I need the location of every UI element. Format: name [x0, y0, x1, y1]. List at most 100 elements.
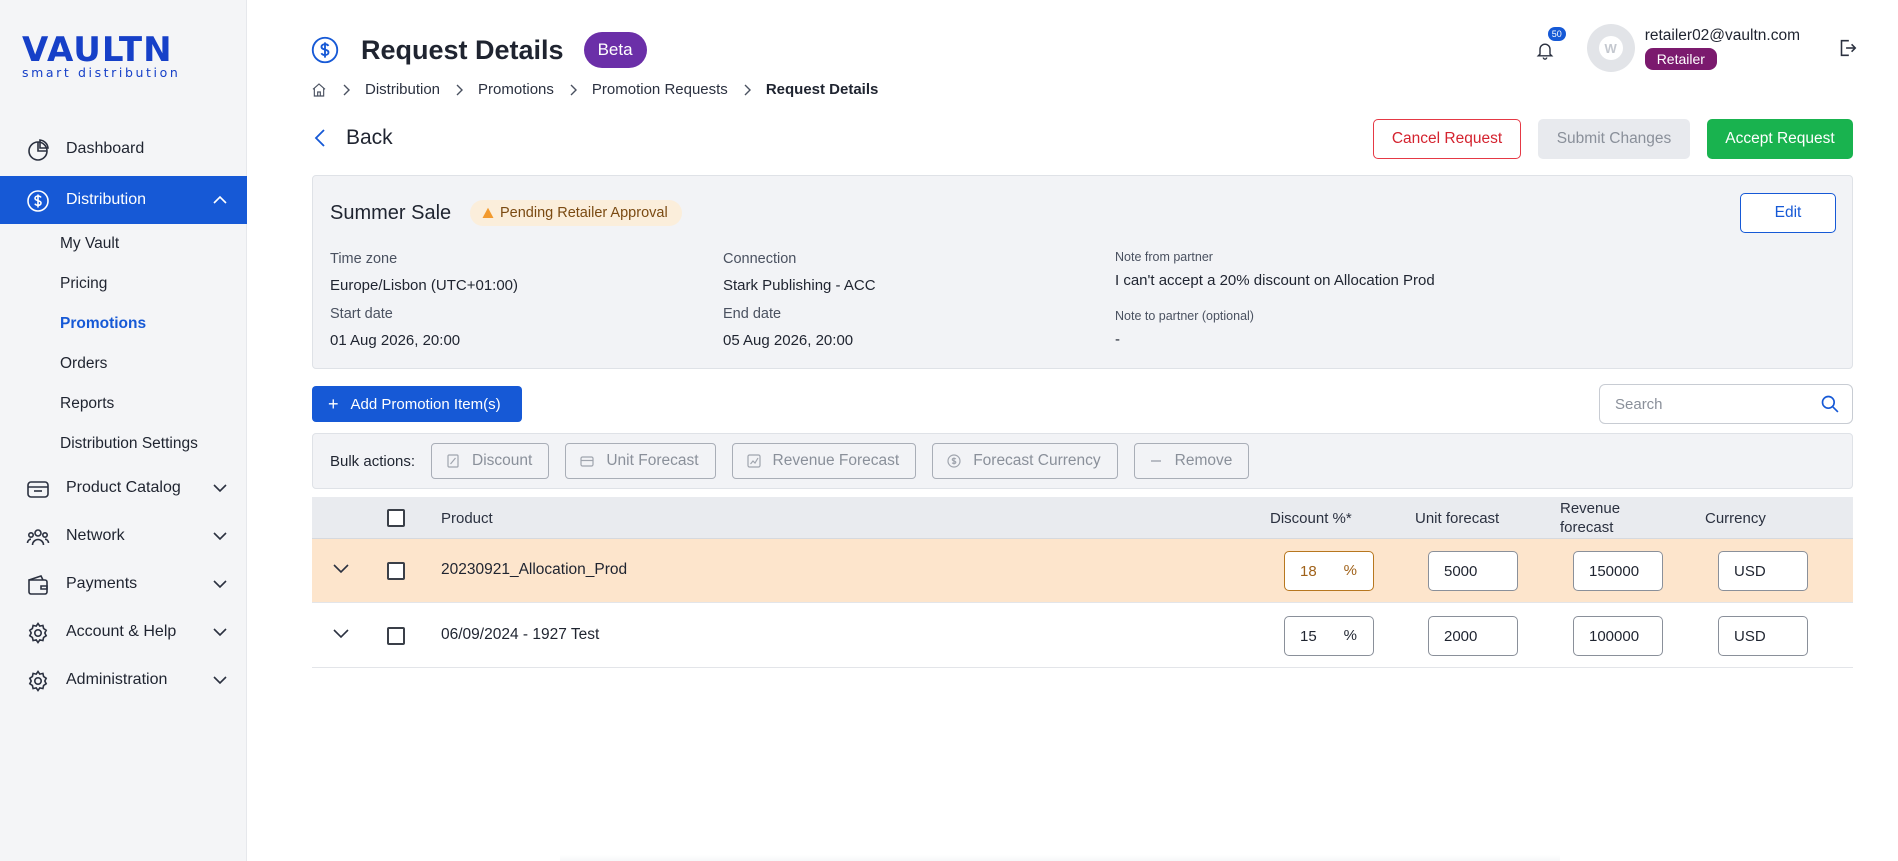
sidebar-item-payments[interactable]: Payments — [0, 560, 247, 608]
logout-icon[interactable] — [1836, 37, 1858, 59]
sidebar-item-network[interactable]: Network — [0, 512, 247, 560]
edit-button[interactable]: Edit — [1740, 193, 1836, 233]
row-checkbox[interactable] — [387, 627, 405, 645]
sidebar-item-label: Dashboard — [66, 140, 145, 157]
table-row[interactable]: 20230921_Allocation_Prod 18 % 5000 15000… — [312, 539, 1853, 603]
bulk-unit-forecast-button[interactable]: Unit Forecast — [565, 443, 716, 479]
chevron-down-icon — [213, 532, 227, 541]
sidebar-subitem-my-vault[interactable]: My Vault — [0, 224, 247, 264]
breadcrumb-distribution[interactable]: Distribution — [365, 81, 440, 98]
gear-icon — [28, 670, 48, 692]
sidebar-subitem-orders[interactable]: Orders — [0, 344, 247, 384]
percent-symbol: % — [1343, 627, 1357, 644]
home-icon[interactable] — [311, 82, 327, 98]
back-button[interactable]: Back — [314, 126, 393, 150]
search-box — [1599, 384, 1853, 424]
sidebar-subitem-reports[interactable]: Reports — [0, 384, 247, 424]
sidebar-subitem-distribution-settings[interactable]: Distribution Settings — [0, 424, 247, 464]
page-header: Request Details Beta — [311, 32, 647, 68]
search-input[interactable] — [1600, 385, 1800, 423]
breadcrumb: Distribution Promotions Promotion Reques… — [311, 81, 878, 98]
sidebar-subitem-promotions[interactable]: Promotions — [0, 304, 247, 344]
discount-input[interactable]: 18 % — [1284, 551, 1374, 591]
sidebar-item-administration[interactable]: Administration — [0, 656, 247, 704]
note-to-partner-label: Note to partner (optional) — [1115, 309, 1254, 323]
unit-forecast-input[interactable]: 2000 — [1428, 616, 1518, 656]
sidebar-item-dashboard[interactable]: Dashboard — [0, 125, 247, 173]
add-promotion-items-button[interactable]: + Add Promotion Item(s) — [312, 386, 522, 422]
bell-icon — [1536, 43, 1554, 60]
chevron-down-icon[interactable] — [332, 563, 350, 575]
bulk-unit-forecast-label: Unit Forecast — [606, 452, 699, 469]
sidebar-item-product-catalog[interactable]: Product Catalog — [0, 464, 247, 512]
unit-forecast-input[interactable]: 5000 — [1428, 551, 1518, 591]
bulk-forecast-currency-button[interactable]: Forecast Currency — [932, 443, 1118, 479]
currency-value: USD — [1734, 562, 1766, 580]
bulk-revenue-forecast-label: Revenue Forecast — [772, 452, 900, 469]
breadcrumb-request-details: Request Details — [765, 81, 879, 98]
percent-symbol: % — [1343, 562, 1357, 579]
status-text: Pending Retailer Approval — [500, 205, 668, 221]
unit-forecast-value: 2000 — [1444, 627, 1478, 645]
chevron-down-icon[interactable] — [332, 628, 350, 640]
currency-input[interactable]: USD — [1718, 616, 1808, 656]
bulk-discount-button[interactable]: Discount — [431, 443, 550, 479]
gear-icon — [28, 622, 48, 644]
logo-tagline: smart distribution — [22, 65, 181, 80]
revenue-forecast-input[interactable]: 100000 — [1573, 616, 1663, 656]
timezone-label: Time zone — [330, 251, 398, 267]
promotion-summary-card: Summer Sale Pending Retailer Approval Ed… — [312, 175, 1853, 369]
currency-input[interactable]: USD — [1718, 551, 1808, 591]
discount-value: 18 — [1300, 562, 1317, 580]
chevron-up-icon — [213, 195, 227, 204]
chevron-right-icon — [744, 84, 751, 95]
accept-request-button[interactable]: Accept Request — [1707, 119, 1853, 159]
avatar[interactable]: W — [1586, 24, 1635, 72]
column-product: Product — [441, 510, 493, 527]
table-row[interactable]: 06/09/2024 - 1927 Test 15 % 2000 100000 … — [312, 604, 1853, 668]
chevron-down-icon — [213, 484, 227, 493]
note-from-partner-value: I can't accept a 20% discount on Allocat… — [1115, 272, 1435, 289]
add-promotion-items-label: Add Promotion Item(s) — [350, 395, 501, 413]
select-all-checkbox[interactable] — [387, 509, 405, 527]
sidebar-item-account-help[interactable]: Account & Help — [0, 608, 247, 656]
column-discount: Discount %* — [1270, 510, 1352, 527]
bulk-revenue-forecast-button[interactable]: Revenue Forecast — [731, 443, 917, 479]
notification-count: 50 — [1547, 27, 1566, 41]
sidebar-item-label: Account & Help — [66, 623, 177, 640]
status-badge: Pending Retailer Approval — [470, 200, 682, 226]
start-date-label: Start date — [330, 306, 393, 322]
stack-icon — [580, 456, 594, 467]
notifications-button[interactable]: 50 — [1535, 27, 1566, 60]
header-user-area: 50 W retailer02@vaultn.com Retailer — [1535, 24, 1858, 72]
network-icon — [26, 529, 50, 546]
back-label: Back — [346, 126, 393, 149]
note-to-partner-field: Note to partner (optional) - — [1115, 309, 1254, 348]
app: VAULTN smart distribution Dashboard Dist… — [0, 0, 1898, 861]
search-icon[interactable] — [1820, 394, 1840, 414]
user-info[interactable]: retailer02@vaultn.com Retailer — [1644, 27, 1800, 70]
dollar-circle-icon — [27, 190, 49, 212]
sidebar-item-distribution[interactable]: Distribution — [0, 176, 247, 224]
end-date-value: 05 Aug 2026, 20:00 — [723, 332, 854, 349]
minus-icon — [1150, 460, 1161, 462]
sidebar-subitem-pricing[interactable]: Pricing — [0, 264, 247, 304]
breadcrumb-promotion-requests[interactable]: Promotion Requests — [592, 81, 728, 98]
end-date-field: End date 05 Aug 2026, 20:00 — [723, 306, 853, 349]
currency-value: USD — [1734, 627, 1766, 645]
submit-changes-button[interactable]: Submit Changes — [1538, 119, 1690, 159]
chevron-left-icon — [314, 129, 325, 147]
breadcrumb-promotions[interactable]: Promotions — [478, 81, 554, 98]
cancel-request-button[interactable]: Cancel Request — [1373, 119, 1521, 159]
chevron-right-icon — [570, 84, 577, 95]
chevron-down-icon — [213, 676, 227, 685]
connection-label: Connection — [723, 251, 797, 267]
row-checkbox[interactable] — [387, 562, 405, 580]
revenue-forecast-input[interactable]: 150000 — [1573, 551, 1663, 591]
product-name: 20230921_Allocation_Prod — [441, 561, 628, 578]
bulk-remove-button[interactable]: Remove — [1133, 443, 1250, 479]
warning-icon — [482, 207, 494, 218]
discount-input[interactable]: 15 % — [1284, 616, 1374, 656]
connection-value: Stark Publishing - ACC — [723, 277, 876, 294]
vaultn-logo[interactable]: VAULTN smart distribution — [22, 32, 182, 80]
